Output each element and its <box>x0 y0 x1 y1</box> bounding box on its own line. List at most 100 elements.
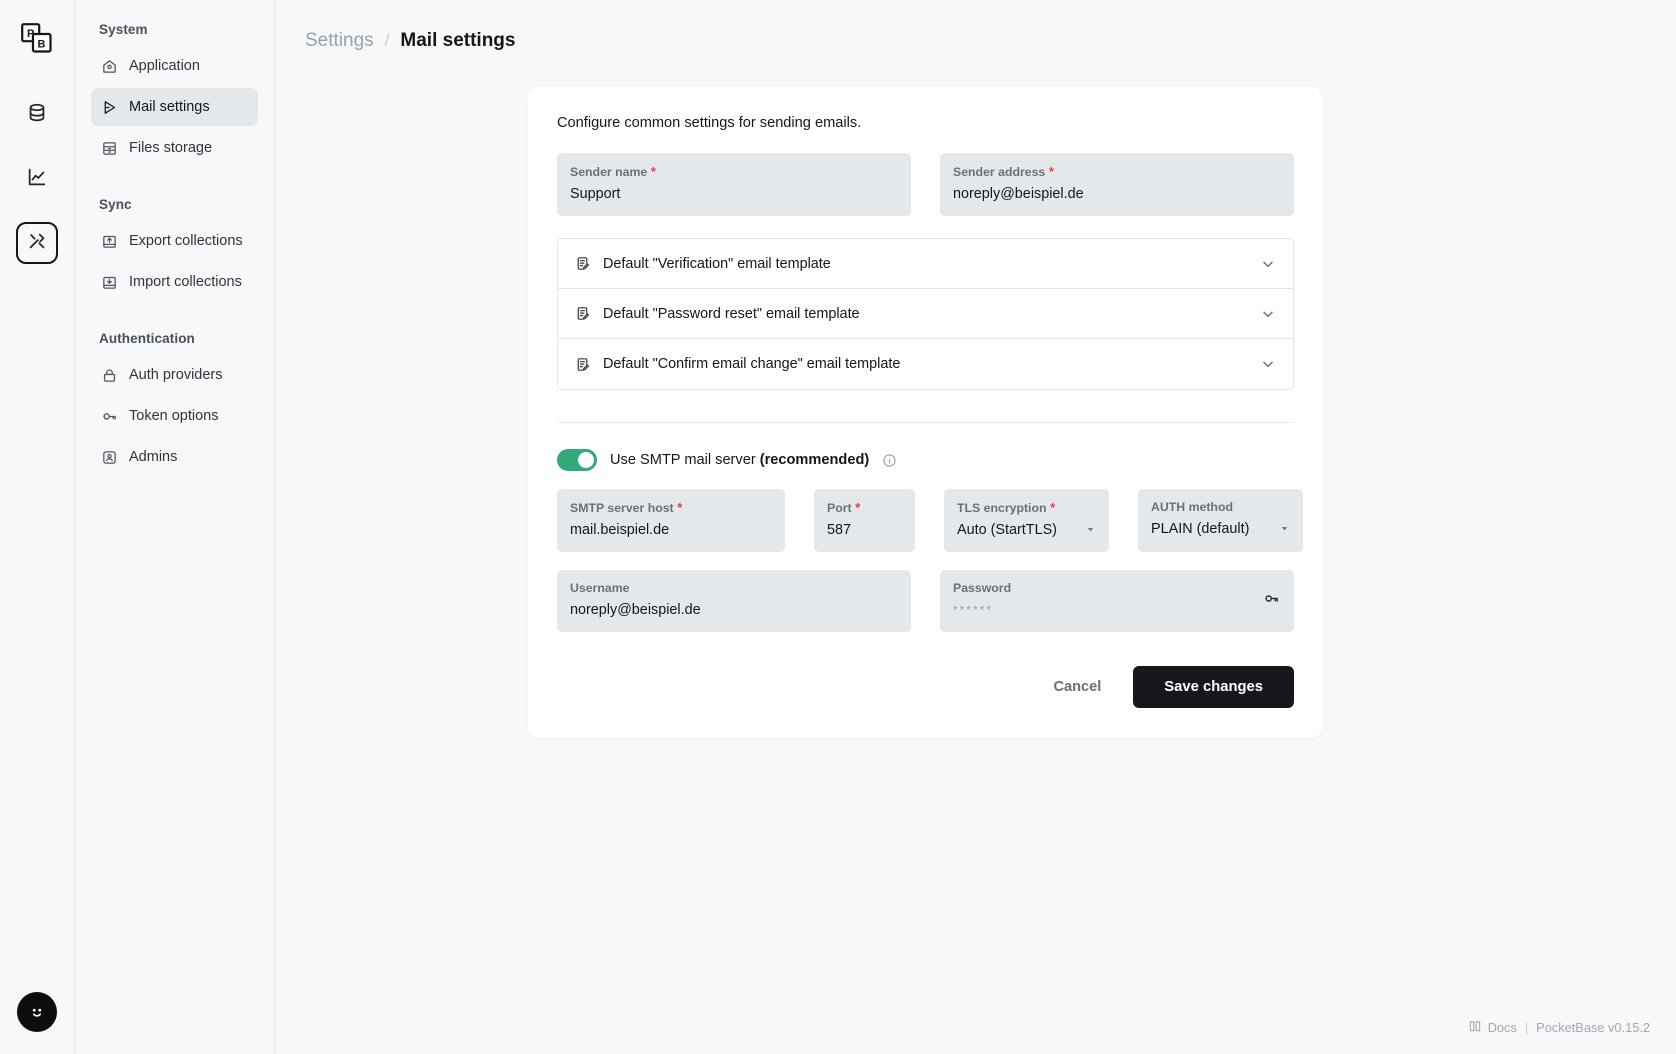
home-gear-icon <box>101 58 118 75</box>
sender-address-field[interactable]: Sender address * noreply@beispiel.de <box>940 153 1294 216</box>
sidebar-item-label: Files storage <box>129 140 213 156</box>
smtp-toggle-strong: (recommended) <box>759 452 870 468</box>
sidebar-item-admins[interactable]: Admins <box>91 438 258 476</box>
sidebar-item-label: Application <box>129 58 200 74</box>
upload-box-icon <box>101 233 118 250</box>
smtp-host-field[interactable]: SMTP server host * mail.beispiel.de <box>557 489 785 552</box>
archive-icon <box>101 140 118 157</box>
sidebar-item-application[interactable]: Application <box>91 47 258 85</box>
send-plane-icon <box>101 99 118 116</box>
download-box-icon <box>101 274 118 291</box>
version-label: PocketBase v0.15.2 <box>1536 1020 1650 1035</box>
required-marker: * <box>1045 164 1054 179</box>
chevron-down-icon <box>1260 256 1276 272</box>
smtp-toggle-row: Use SMTP mail server (recommended) <box>557 449 1294 471</box>
main-content: Settings / Mail settings Configure commo… <box>275 0 1676 1054</box>
template-label: Default "Password reset" email template <box>603 305 860 322</box>
key-icon <box>101 408 118 425</box>
app-root: P B System Application Mail settings Fil… <box>0 0 1676 1054</box>
auth-method-select[interactable]: AUTH method PLAIN (default) <box>1138 489 1303 552</box>
rail-item-settings[interactable] <box>16 222 58 264</box>
sidebar-item-label: Import collections <box>129 274 242 290</box>
breadcrumb-settings[interactable]: Settings <box>305 30 374 52</box>
sidebar-item-label: Auth providers <box>129 367 223 383</box>
sidebar-item-import-collections[interactable]: Import collections <box>91 263 258 301</box>
card-description: Configure common settings for sending em… <box>557 115 862 131</box>
cancel-button[interactable]: Cancel <box>1037 668 1117 706</box>
rail-item-collections[interactable] <box>16 94 58 136</box>
template-row-confirm-email-change[interactable]: Default "Confirm email change" email tem… <box>558 339 1293 389</box>
sidebar-item-auth-providers[interactable]: Auth providers <box>91 356 258 394</box>
auth-method-value-wrap: PLAIN (default) <box>1151 520 1290 539</box>
icon-rail: P B <box>0 0 75 1054</box>
admin-avatar[interactable] <box>17 992 57 1032</box>
required-marker: * <box>673 500 683 515</box>
breadcrumb-separator: / <box>384 31 390 50</box>
chart-line-icon <box>26 166 48 193</box>
user-badge-icon <box>101 449 118 466</box>
template-label: Default "Verification" email template <box>603 255 831 272</box>
edit-document-icon <box>574 305 591 322</box>
template-label: Default "Confirm email change" email tem… <box>603 356 901 372</box>
pocketbase-logo[interactable]: P B <box>16 18 58 60</box>
smtp-toggle-text: Use SMTP mail server <box>610 452 760 468</box>
chevron-down-icon <box>1260 306 1276 322</box>
docs-label: Docs <box>1487 1020 1517 1035</box>
password-field[interactable]: Password ****** <box>940 570 1294 632</box>
sidebar-item-files-storage[interactable]: Files storage <box>91 129 258 167</box>
auth-method-label: AUTH method <box>1151 500 1233 514</box>
sender-row: Sender name * Support Sender address * n… <box>557 153 1294 216</box>
sidebar-item-label: Admins <box>129 449 178 465</box>
smtp-credentials-row: Username noreply@beispiel.de Password **… <box>557 570 1294 632</box>
required-marker: * <box>647 164 656 179</box>
database-icon <box>26 102 48 129</box>
auth-method-value: PLAIN (default) <box>1151 521 1250 537</box>
username-value: noreply@beispiel.de <box>570 602 701 618</box>
username-field[interactable]: Username noreply@beispiel.de <box>557 570 911 632</box>
tls-encryption-value: Auto (StartTLS) <box>957 522 1057 538</box>
page-title: Mail settings <box>400 30 516 51</box>
tls-encryption-value-wrap: Auto (StartTLS) <box>957 521 1096 540</box>
edit-document-icon <box>574 255 591 272</box>
sidebar-group-title: System <box>99 22 148 37</box>
tls-encryption-select[interactable]: TLS encryption * Auto (StartTLS) <box>944 489 1109 552</box>
username-label: Username <box>570 581 630 595</box>
sidebar-item-label: Export collections <box>129 233 243 249</box>
sidebar-item-label: Token options <box>129 408 219 424</box>
docs-link[interactable]: Docs <box>1468 1019 1517 1036</box>
chevron-down-icon <box>1279 523 1290 537</box>
sender-address-value: noreply@beispiel.de <box>953 186 1084 202</box>
form-actions: Cancel Save changes <box>557 666 1294 708</box>
smtp-connection-row: SMTP server host * mail.beispiel.de Port… <box>557 489 1303 552</box>
sidebar-item-export-collections[interactable]: Export collections <box>91 222 258 260</box>
smtp-port-field[interactable]: Port * 587 <box>814 489 915 552</box>
save-changes-button[interactable]: Save changes <box>1133 666 1294 708</box>
chevron-down-icon <box>1085 524 1096 538</box>
smtp-host-value: mail.beispiel.de <box>570 522 670 538</box>
sidebar-item-label: Mail settings <box>129 99 210 115</box>
password-label: Password <box>953 581 1012 595</box>
sender-name-field[interactable]: Sender name * Support <box>557 153 911 216</box>
sidebar-item-mail-settings[interactable]: Mail settings <box>91 88 258 126</box>
info-circle-icon[interactable] <box>882 453 897 468</box>
template-row-verification[interactable]: Default "Verification" email template <box>558 239 1293 289</box>
footer-separator: | <box>1524 1020 1529 1035</box>
smtp-port-label: Port * <box>827 500 861 515</box>
required-marker: * <box>1046 500 1056 515</box>
smtp-toggle[interactable] <box>557 449 597 471</box>
sidebar-group-title: Sync <box>99 197 132 212</box>
template-row-password-reset[interactable]: Default "Password reset" email template <box>558 289 1293 339</box>
edit-document-icon <box>574 356 591 373</box>
password-value: ****** <box>953 603 994 617</box>
sender-name-value: Support <box>570 186 621 202</box>
mail-settings-card: Configure common settings for sending em… <box>528 87 1323 738</box>
sidebar-group-title: Authentication <box>99 331 195 346</box>
chevron-down-icon <box>1260 356 1276 372</box>
rail-item-logs[interactable] <box>16 158 58 200</box>
book-icon <box>1468 1019 1482 1036</box>
section-divider <box>557 422 1294 423</box>
key-icon[interactable] <box>1263 590 1280 612</box>
smtp-host-label: SMTP server host * <box>570 500 683 515</box>
svg-text:P: P <box>27 28 34 40</box>
sidebar-item-token-options[interactable]: Token options <box>91 397 258 435</box>
